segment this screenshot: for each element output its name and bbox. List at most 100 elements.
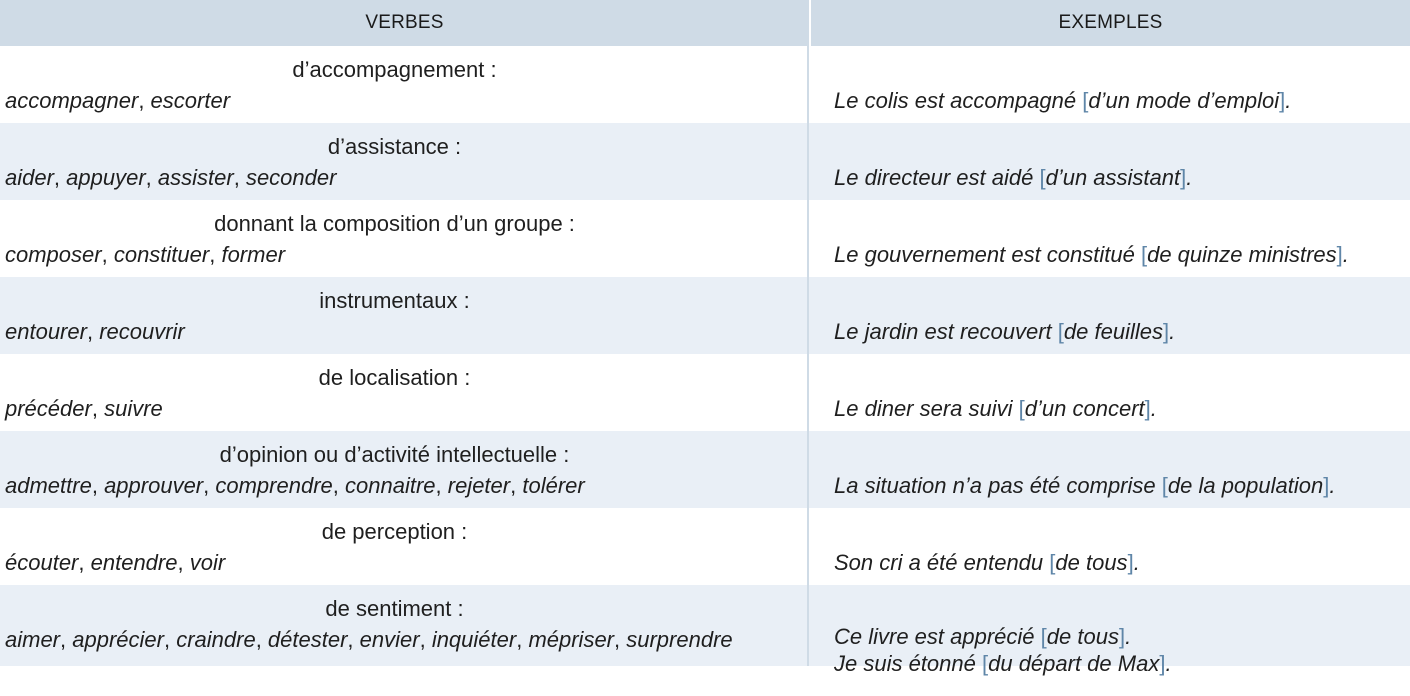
category-label: donnant la composition d’un groupe : — [214, 211, 575, 236]
example-sentence: Le gouvernement est constitué [de quinze… — [834, 241, 1349, 269]
verb: admettre — [5, 473, 92, 498]
example-after: . — [1150, 396, 1157, 421]
table-body: d’accompagnement : accompagner, escorter L… — [0, 46, 1410, 676]
verbs-cell: d’opinion ou d’activité intellectuelle :… — [0, 431, 809, 508]
verb: former — [221, 242, 286, 267]
verbs-cell: d’accompagnement : accompagner, escorter — [0, 46, 809, 123]
verb: comprendre — [215, 473, 333, 498]
header-verbes: VERBES — [0, 0, 811, 46]
table-row: de perception : écouter, entendre, voir So… — [0, 508, 1410, 585]
examples-cell: Le diner sera suivi [d’un concert]. — [809, 354, 1408, 431]
verb: assister — [157, 165, 234, 190]
verb-separator: , — [53, 165, 67, 190]
example-sentence: Le directeur est aidé [d’un assistant]. — [834, 164, 1192, 192]
verb-separator: , — [332, 473, 345, 498]
verb-separator: , — [203, 473, 216, 498]
complement: de tous — [1046, 624, 1119, 649]
verbs-table: VERBES EXEMPLES d’accompagnement : accomp… — [0, 0, 1410, 676]
verb-separator: , — [419, 627, 432, 652]
examples-cell: Son cri a été entendu [de tous]. — [809, 508, 1408, 585]
verb-separator: , — [163, 627, 177, 652]
verb-separator: , — [145, 165, 158, 190]
verb-list: aider, appuyer, assister, seconder — [5, 164, 336, 192]
examples-cell: Le directeur est aidé [d’un assistant]. — [809, 123, 1408, 200]
verb-separator: , — [177, 550, 190, 575]
verb: constituer — [113, 242, 210, 267]
table-row: donnant la composition d’un groupe : comp… — [0, 200, 1410, 277]
verb-separator: , — [209, 242, 222, 267]
verb: tolérer — [522, 473, 585, 498]
verb: écouter — [5, 550, 79, 575]
examples-cell: Le gouvernement est constitué [de quinze… — [809, 200, 1408, 277]
verb: accompagner — [5, 88, 139, 113]
example-before: Le directeur est aidé — [834, 165, 1040, 190]
examples-cell: La situation n’a pas été comprise [de la… — [809, 431, 1408, 508]
header-exemples: EXEMPLES — [1058, 12, 1163, 33]
verb-separator: , — [516, 627, 529, 652]
example-before: Ce livre est apprécié — [834, 624, 1041, 649]
verb: surprendre — [626, 627, 733, 652]
verb-separator: , — [435, 473, 448, 498]
verb-separator: , — [255, 627, 268, 652]
verb-list: écouter, entendre, voir — [5, 549, 225, 577]
complement: de la population — [1167, 473, 1324, 498]
verb: escorter — [150, 88, 231, 113]
verb: connaitre — [345, 473, 436, 498]
verb: composer — [5, 242, 102, 267]
verb-separator: , — [138, 88, 151, 113]
verb-list: entourer, recouvrir — [5, 318, 185, 346]
verb: voir — [189, 550, 226, 575]
verb: envier — [359, 627, 420, 652]
category-label: d’accompagnement : — [292, 57, 497, 82]
example-before: Le jardin est recouvert — [834, 319, 1058, 344]
complement: de tous — [1055, 550, 1128, 575]
verb-separator: , — [347, 627, 360, 652]
example-after: . — [1186, 165, 1193, 190]
verb-separator: , — [91, 396, 105, 421]
table-row: d’opinion ou d’activité intellectuelle :… — [0, 431, 1410, 508]
verbs-cell: instrumentaux : entourer, recouvrir — [0, 277, 809, 354]
verb: aider — [5, 165, 54, 190]
table-row: d’assistance : aider, appuyer, assister, … — [0, 123, 1410, 200]
example-before: Le diner sera suivi — [834, 396, 1019, 421]
example-after: . — [1165, 651, 1172, 676]
verb-separator: , — [78, 550, 91, 575]
category-label: instrumentaux : — [319, 288, 470, 313]
verb: détester — [267, 627, 348, 652]
verb: entendre — [90, 550, 178, 575]
verb-list: aimer, apprécier, craindre, détester, en… — [5, 626, 733, 654]
complement: de quinze ministres — [1147, 242, 1337, 267]
verbs-cell: de localisation : précéder, suivre — [0, 354, 809, 431]
verbs-cell: de sentiment : aimer, apprécier, craindre… — [0, 585, 809, 666]
category-label: de localisation : — [318, 365, 471, 390]
verb-list: précéder, suivre — [5, 395, 163, 423]
verb: approuver — [104, 473, 204, 498]
example-sentence: Le jardin est recouvert [de feuilles]. — [834, 318, 1175, 346]
example-after: . — [1125, 624, 1132, 649]
example-before: Le gouvernement est constitué — [834, 242, 1141, 267]
example-sentence: Je suis étonné [du départ de Max]. — [834, 650, 1172, 678]
table-row: de sentiment : aimer, apprécier, craindre… — [0, 585, 1410, 676]
example-after: . — [1329, 473, 1336, 498]
category-label: d’opinion ou d’activité intellectuelle : — [219, 442, 570, 467]
verb-separator: , — [510, 473, 523, 498]
category-label: d’assistance : — [327, 134, 462, 159]
verbs-cell: de perception : écouter, entendre, voir — [0, 508, 809, 585]
example-sentence: Ce livre est apprécié [de tous]. — [834, 623, 1131, 651]
example-before: Je suis étonné — [834, 651, 982, 676]
category-label: de sentiment : — [325, 596, 464, 621]
verb: apprécier — [72, 627, 164, 652]
verb: inquiéter — [431, 627, 517, 652]
examples-cell: Ce livre est apprécié [de tous]. Je suis … — [809, 585, 1408, 676]
verb: suivre — [104, 396, 163, 421]
complement: d’un concert — [1024, 396, 1145, 421]
verbs-cell: donnant la composition d’un groupe : comp… — [0, 200, 809, 277]
example-sentence: Le diner sera suivi [d’un concert]. — [834, 395, 1157, 423]
complement: du départ de Max — [988, 651, 1160, 676]
verb-separator: , — [614, 627, 627, 652]
example-before: Le colis est accompagné — [834, 88, 1083, 113]
complement: d’un assistant — [1045, 165, 1181, 190]
example-after: . — [1169, 319, 1176, 344]
verb: mépriser — [528, 627, 615, 652]
examples-cell: Le jardin est recouvert [de feuilles]. — [809, 277, 1408, 354]
